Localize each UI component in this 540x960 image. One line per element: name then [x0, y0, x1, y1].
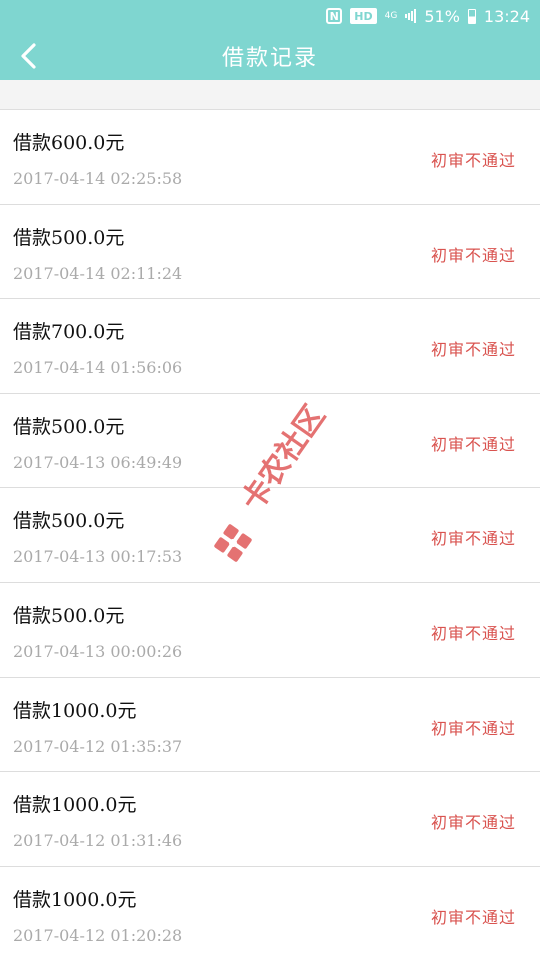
- list-item[interactable]: 借款500.0元 2017-04-13 06:49:49 初审不通过: [0, 393, 540, 489]
- app-header: 借款记录: [0, 32, 540, 80]
- loan-amount: 借款700.0元: [13, 321, 125, 344]
- list-item[interactable]: 借款500.0元 2017-04-14 02:11:24 初审不通过: [0, 204, 540, 300]
- review-status: 初审不通过: [430, 340, 516, 360]
- loan-time: 2017-04-12 01:20:28: [13, 925, 183, 945]
- loan-amount: 借款500.0元: [13, 415, 125, 438]
- review-status: 初审不通过: [430, 245, 516, 265]
- list-item[interactable]: 借款500.0元 2017-04-13 00:17:53 初审不通过: [0, 488, 540, 583]
- nfc-icon: N: [326, 8, 343, 24]
- loan-amount: 借款1000.0元: [13, 794, 137, 817]
- hd-badge: HD: [350, 8, 377, 24]
- battery-icon: [467, 8, 476, 24]
- review-status: 初审不通过: [430, 151, 516, 170]
- loan-time: 2017-04-13 00:17:53: [13, 547, 183, 567]
- loan-time: 2017-04-13 00:00:26: [13, 641, 183, 661]
- loan-time: 2017-04-14 01:56:06: [13, 358, 183, 378]
- loan-amount: 借款500.0元: [13, 510, 125, 533]
- loan-amount: 借款500.0元: [13, 604, 125, 627]
- loan-time: 2017-04-14 02:25:58: [13, 169, 183, 188]
- loan-amount: 借款500.0元: [13, 226, 125, 249]
- page-title: 借款记录: [221, 46, 318, 71]
- loan-amount: 借款1000.0元: [13, 888, 137, 911]
- review-status: 初审不通过: [430, 434, 516, 454]
- review-status: 初审不通过: [430, 718, 516, 738]
- network-type-icon: 4G: [384, 10, 398, 21]
- signal-icon: [405, 9, 417, 23]
- chevron-left-icon: [21, 43, 36, 69]
- list-item[interactable]: 借款1000.0元 2017-04-12 01:20:28 初审不通过: [0, 866, 540, 960]
- loan-amount: 借款600.0元: [13, 132, 125, 154]
- back-button[interactable]: [10, 38, 46, 74]
- list-item[interactable]: 借款700.0元 2017-04-14 01:56:06 初审不通过: [0, 299, 540, 394]
- list-item[interactable]: 借款1000.0元 2017-04-12 01:31:46 初审不通过: [0, 772, 540, 867]
- loan-amount: 借款1000.0元: [13, 699, 137, 722]
- loan-time: 2017-04-13 06:49:49: [13, 452, 183, 472]
- list-item[interactable]: 借款1000.0元 2017-04-12 01:35:37 初审不通过: [0, 677, 540, 773]
- loan-time: 2017-04-12 01:35:37: [13, 736, 183, 756]
- network-type-label: 4G: [384, 10, 398, 21]
- loan-time: 2017-04-12 01:31:46: [13, 831, 183, 851]
- battery-percent: 51%: [424, 6, 460, 26]
- review-status: 初审不通过: [430, 813, 516, 833]
- list-item[interactable]: 借款500.0元 2017-04-13 00:00:26 初审不通过: [0, 582, 540, 678]
- status-bar: N HD 4G 51% 13:24: [0, 0, 540, 32]
- review-status: 初审不通过: [430, 907, 516, 927]
- loan-time: 2017-04-14 02:11:24: [13, 263, 183, 283]
- clock: 13:24: [483, 6, 530, 26]
- list-item[interactable]: 借款600.0元 2017-04-14 02:25:58 初审不通过: [0, 110, 540, 205]
- review-status: 初审不通过: [430, 529, 516, 549]
- review-status: 初审不通过: [430, 623, 516, 643]
- list-top-spacer: [0, 80, 540, 110]
- loan-record-list: 借款600.0元 2017-04-14 02:25:58 初审不通过 借款500…: [0, 110, 540, 960]
